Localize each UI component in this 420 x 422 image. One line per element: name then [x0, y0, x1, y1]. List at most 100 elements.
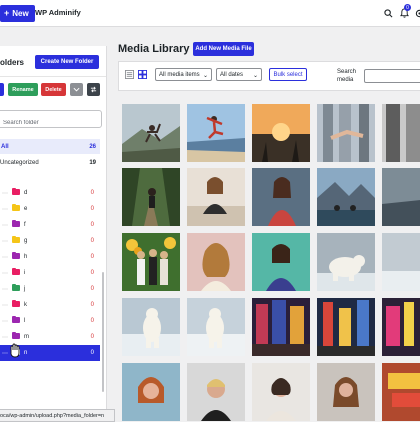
folder-item-d[interactable]: ⋯ d 0 — [0, 185, 100, 201]
drag-handle-icon[interactable]: ⋯ — [2, 222, 9, 229]
rename-button[interactable]: Rename — [8, 83, 38, 96]
chevron-down-icon: ⌄ — [252, 73, 258, 79]
media-thumbnail-15[interactable] — [382, 233, 420, 291]
list-view-icon[interactable] — [125, 70, 134, 79]
media-thumbnail-3[interactable] — [252, 104, 310, 162]
grid-view-icon[interactable] — [138, 70, 147, 79]
new-folder-icon-button[interactable] — [0, 83, 4, 96]
collapse-button[interactable] — [70, 83, 83, 96]
folder-count: 0 — [90, 302, 94, 308]
folder-all-count: 26 — [89, 143, 96, 150]
media-type-filter-value: All media items — [159, 71, 200, 78]
folder-icon — [12, 251, 20, 259]
notification-count: 0 — [404, 4, 411, 11]
status-bar-url: oca/wp-admin/upload.php?media_folder=n — [0, 409, 115, 422]
folder-count: 0 — [90, 206, 94, 212]
drag-handle-icon[interactable]: ⋯ — [2, 238, 9, 245]
media-thumbnail-2[interactable] — [187, 104, 245, 162]
date-filter[interactable]: All dates ⌄ — [216, 68, 262, 81]
media-thumbnail-1[interactable] — [122, 104, 180, 162]
folder-name: f — [24, 222, 26, 228]
folder-icon — [12, 331, 20, 339]
search-folder-input[interactable] — [0, 116, 99, 130]
folder-item-j[interactable]: ⋯ j 0 — [0, 281, 100, 297]
media-thumbnail-8[interactable] — [252, 168, 310, 226]
folder-name: i — [24, 270, 26, 276]
media-thumbnail-25[interactable] — [382, 363, 420, 421]
search-folder-field[interactable] — [0, 110, 102, 130]
folder-name: d — [24, 190, 28, 196]
folder-name: h — [24, 254, 28, 260]
media-thumbnail-9[interactable] — [317, 168, 375, 226]
folder-item-k[interactable]: ⋯ k 0 — [0, 297, 100, 313]
drag-handle-icon[interactable]: ⋯ — [2, 286, 9, 293]
media-thumbnail-20[interactable] — [382, 298, 420, 356]
bulk-select-button[interactable]: Bulk select — [269, 68, 307, 81]
folder-uncategorized[interactable]: Uncategorized 19 — [0, 155, 100, 170]
media-thumbnail-23[interactable] — [252, 363, 310, 421]
folder-uncategorized-count: 19 — [89, 159, 96, 166]
folder-uncategorized-label: Uncategorized — [0, 159, 39, 166]
folder-all[interactable]: All 26 — [0, 139, 100, 154]
drag-handle-icon[interactable]: ⋯ — [2, 206, 9, 213]
bell-icon[interactable]: 0 — [398, 4, 411, 19]
folder-icon — [12, 187, 20, 195]
site-brand[interactable]: WP Adminify — [35, 8, 81, 17]
media-thumbnail-14[interactable] — [317, 233, 375, 291]
folder-panel: olders Create New Folder Rename Delete A… — [0, 46, 107, 420]
media-thumbnail-11[interactable] — [122, 233, 180, 291]
search-icon[interactable] — [382, 7, 394, 19]
media-thumbnail-10[interactable] — [382, 168, 420, 226]
drag-handle-icon[interactable]: ⋯ — [2, 190, 9, 197]
media-thumbnail-17[interactable] — [187, 298, 245, 356]
media-thumbnail-16[interactable] — [122, 298, 180, 356]
media-thumbnail-22[interactable] — [187, 363, 245, 421]
create-folder-button[interactable]: Create New Folder — [35, 55, 99, 69]
folder-item-l[interactable]: ⋯ l 0 — [0, 313, 100, 329]
settings-icon[interactable] — [413, 7, 420, 19]
drag-handle-icon[interactable]: ⋯ — [2, 302, 9, 309]
media-thumbnail-5[interactable] — [382, 104, 420, 162]
media-thumbnail-12[interactable] — [187, 233, 245, 291]
folder-count: 0 — [90, 318, 94, 324]
folder-count: 0 — [90, 254, 94, 260]
media-type-filter[interactable]: All media items ⌄ — [155, 68, 212, 81]
folder-count: 0 — [90, 334, 94, 340]
folder-item-i[interactable]: ⋯ i 0 — [0, 265, 100, 281]
drag-handle-icon[interactable]: ⋯ — [2, 270, 9, 277]
plus-icon: + — [4, 8, 10, 18]
folder-icon — [12, 299, 20, 307]
drag-handle-icon[interactable]: ⋯ — [2, 334, 9, 341]
folder-panel-title: olders — [0, 58, 25, 67]
folder-item-e[interactable]: ⋯ e 0 — [0, 201, 100, 217]
folder-item-h[interactable]: ⋯ h 0 — [0, 249, 100, 265]
chevron-down-icon: ⌄ — [202, 73, 208, 79]
folder-list: ⋯ d 0 ⋯ e 0 ⋯ f 0 ⋯ g 0 ⋯ h 0 ⋯ i 0 ⋯ j … — [0, 185, 100, 361]
add-new-media-button[interactable]: Add New Media File — [193, 42, 254, 56]
folder-count: 0 — [90, 270, 94, 276]
chevron-down-icon — [73, 87, 80, 92]
media-thumbnail-7[interactable] — [187, 168, 245, 226]
folder-icon — [12, 203, 20, 211]
drag-handle-icon[interactable]: ⋯ — [2, 254, 9, 261]
media-thumbnail-21[interactable] — [122, 363, 180, 421]
search-media-input[interactable] — [364, 69, 420, 83]
delete-button[interactable]: Delete — [41, 83, 66, 96]
sort-button[interactable] — [87, 83, 100, 96]
folder-count: 0 — [90, 238, 94, 244]
folder-item-f[interactable]: ⋯ f 0 — [0, 217, 100, 233]
media-thumbnail-4[interactable] — [317, 104, 375, 162]
media-thumbnail-24[interactable] — [317, 363, 375, 421]
folder-icon — [12, 267, 20, 275]
media-thumbnail-18[interactable] — [252, 298, 310, 356]
folder-item-g[interactable]: ⋯ g 0 — [0, 233, 100, 249]
folder-count: 0 — [90, 350, 94, 356]
folder-scrollbar[interactable] — [102, 272, 104, 392]
media-thumbnail-19[interactable] — [317, 298, 375, 356]
media-thumbnail-6[interactable] — [122, 168, 180, 226]
folder-icon — [12, 315, 20, 323]
drag-handle-icon[interactable]: ⋯ — [2, 318, 9, 325]
media-thumbnail-13[interactable] — [252, 233, 310, 291]
new-button[interactable]: + New — [0, 5, 35, 22]
media-toolbar: All media items ⌄ All dates ⌄ Bulk selec… — [118, 61, 420, 91]
